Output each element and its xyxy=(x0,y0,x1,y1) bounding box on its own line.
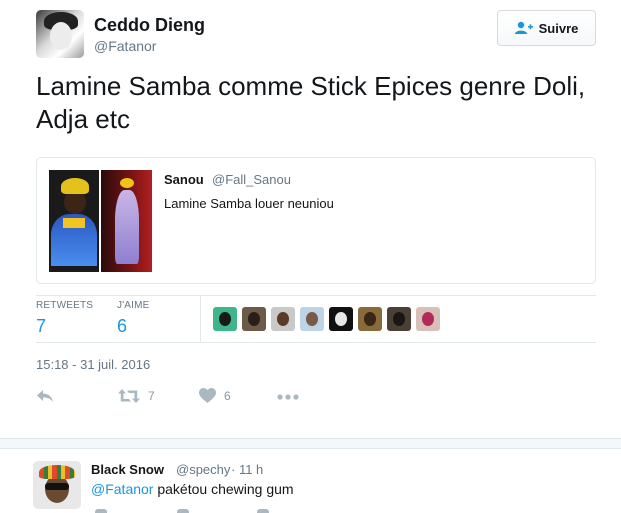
photo-figure-scarf xyxy=(120,178,134,188)
retweet-icon[interactable] xyxy=(177,509,189,513)
liker-avatar[interactable] xyxy=(358,307,382,331)
reply-body: pakétou chewing gum xyxy=(153,481,294,497)
more-icon xyxy=(277,394,299,400)
quoted-author-handle: @Fall_Sanou xyxy=(212,172,291,187)
photo-figure-dress xyxy=(115,190,139,264)
likes-count: 6 xyxy=(117,316,128,336)
retweet-icon xyxy=(118,389,140,403)
quoted-tweet[interactable]: Sanou @Fall_Sanou Lamine Samba louer neu… xyxy=(36,157,596,284)
liker-face xyxy=(306,312,318,326)
liker-face xyxy=(364,312,376,326)
reply-tweet[interactable]: Black Snow @spechy · 11 h @Fatanor pakét… xyxy=(0,449,621,513)
reply-mention-link[interactable]: @Fatanor xyxy=(91,481,153,497)
reply-icon[interactable] xyxy=(95,509,107,513)
author-avatar[interactable] xyxy=(36,10,84,58)
avatar-turban xyxy=(39,465,75,479)
quoted-photo-1[interactable] xyxy=(49,170,99,272)
retweet-count: 7 xyxy=(148,389,155,403)
reply-timestamp[interactable]: · 11 h xyxy=(231,462,263,477)
liker-face xyxy=(248,312,260,326)
stats-divider-bottom xyxy=(36,342,596,343)
main-tweet: Ceddo Dieng @Fatanor Suivre Lamine Samba… xyxy=(0,0,621,438)
liker-face xyxy=(335,312,347,326)
reply-actions-partial xyxy=(91,509,291,513)
liker-avatar[interactable] xyxy=(300,307,324,331)
stats-separator xyxy=(200,296,201,342)
liker-face xyxy=(422,312,434,326)
tweet-text: Lamine Samba comme Stick Epices genre Do… xyxy=(36,71,586,134)
likes-stat[interactable]: J'AIME 6 xyxy=(117,300,150,337)
retweets-label: RETWEETS xyxy=(36,300,94,311)
reply-author-handle[interactable]: @spechy xyxy=(176,462,230,477)
reply-author-avatar[interactable] xyxy=(33,461,81,509)
reply-text: @Fatanor pakétou chewing gum xyxy=(91,481,294,497)
likers-avatars xyxy=(213,307,440,331)
liker-avatar[interactable] xyxy=(271,307,295,331)
avatar-glasses xyxy=(45,483,69,490)
author-handle[interactable]: @Fatanor xyxy=(94,38,156,54)
retweets-stat[interactable]: RETWEETS 7 xyxy=(36,300,93,337)
liker-avatar[interactable] xyxy=(329,307,353,331)
liker-face xyxy=(219,312,231,326)
liker-avatar[interactable] xyxy=(213,307,237,331)
liker-avatar[interactable] xyxy=(242,307,266,331)
liker-avatar[interactable] xyxy=(416,307,440,331)
heart-icon xyxy=(199,388,216,403)
quoted-text: Lamine Samba louer neuniou xyxy=(164,196,334,211)
photo-figure-scarf xyxy=(61,178,89,194)
likes-label: J'AIME xyxy=(117,300,150,311)
thread-separator xyxy=(0,438,621,449)
retweet-button[interactable]: 7 xyxy=(118,388,155,404)
retweets-count: 7 xyxy=(36,316,47,336)
quoted-photo-2[interactable] xyxy=(101,170,152,272)
heart-icon[interactable] xyxy=(257,509,269,513)
follow-label: Suivre xyxy=(538,20,579,36)
liker-face xyxy=(277,312,289,326)
like-count: 6 xyxy=(224,388,231,403)
liker-avatar[interactable] xyxy=(387,307,411,331)
reply-icon xyxy=(37,390,53,402)
tweet-timestamp[interactable]: 15:18 - 31 juil. 2016 xyxy=(36,357,150,372)
like-button[interactable]: 6 xyxy=(199,388,231,403)
quoted-author-name: Sanou xyxy=(164,172,204,187)
add-user-icon xyxy=(514,21,533,34)
more-button[interactable] xyxy=(277,388,299,404)
reply-button[interactable] xyxy=(36,388,54,404)
avatar-face xyxy=(50,22,72,50)
reply-author-name[interactable]: Black Snow xyxy=(91,462,164,477)
photo-figure-trim xyxy=(63,218,85,228)
author-display-name[interactable]: Ceddo Dieng xyxy=(94,15,205,36)
stats-divider-top xyxy=(36,295,596,296)
liker-face xyxy=(393,312,405,326)
follow-button[interactable]: Suivre xyxy=(497,10,596,46)
